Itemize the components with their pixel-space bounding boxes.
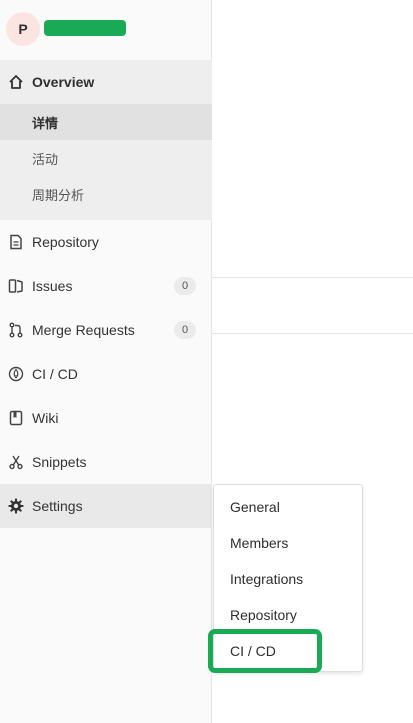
sidebar-subitem-cycle-analytics[interactable]: 周期分析 [0,176,212,212]
scissors-icon [8,454,24,470]
merge-requests-count-badge: 0 [174,321,196,339]
issues-icon [8,278,24,294]
sidebar-item-ci-cd[interactable]: CI / CD [0,352,212,396]
sidebar-item-wiki[interactable]: Wiki [0,396,212,440]
sidebar-subitem-label: 详情 [32,115,59,131]
sidebar-item-label: CI / CD [32,366,78,382]
flyout-item-label: Members [230,535,289,551]
sidebar-item-repository[interactable]: Repository [0,220,212,264]
flyout-item-general[interactable]: General [214,489,362,525]
sidebar-item-merge-requests[interactable]: Merge Requests 0 [0,308,212,352]
sidebar-item-label: Snippets [32,454,87,470]
sidebar-subitem-details[interactable]: 详情 [0,104,212,140]
project-sidebar: P Overview 详情 活动 周期分析 Repository Issues … [0,0,212,723]
flyout-item-repository[interactable]: Repository [214,597,362,633]
home-icon [8,74,24,90]
sidebar-item-settings[interactable]: Settings [0,484,212,528]
redacted-project-name [44,20,126,36]
flyout-item-label: General [230,499,280,515]
book-icon [8,410,24,426]
rocket-icon [8,366,24,382]
sidebar-item-issues[interactable]: Issues 0 [0,264,212,308]
sidebar-subitem-label: 活动 [32,151,59,167]
flyout-item-integrations[interactable]: Integrations [214,561,362,597]
sidebar-item-label: Merge Requests [32,322,135,338]
flyout-item-members[interactable]: Members [214,525,362,561]
sidebar-item-label: Issues [32,278,73,294]
content-divider [212,333,413,334]
sidebar-item-label: Repository [32,234,99,250]
issues-count-badge: 0 [174,277,196,295]
sidebar-subitem-label: 周期分析 [32,187,85,203]
flyout-item-label: Integrations [230,571,304,587]
sidebar-item-overview[interactable]: Overview [0,60,212,104]
sidebar-item-label: Settings [32,498,83,514]
sidebar-item-label: Overview [32,74,95,90]
sidebar-item-label: Wiki [32,410,59,426]
document-icon [8,234,24,250]
project-header[interactable]: P [0,0,212,60]
merge-request-icon [8,322,24,338]
highlight-annotation [208,629,322,673]
project-avatar: P [6,12,40,46]
sidebar-item-snippets[interactable]: Snippets [0,440,212,484]
sidebar-subitem-activity[interactable]: 活动 [0,140,212,176]
content-divider [212,277,413,278]
gear-icon [8,498,24,514]
flyout-item-label: Repository [230,607,297,623]
